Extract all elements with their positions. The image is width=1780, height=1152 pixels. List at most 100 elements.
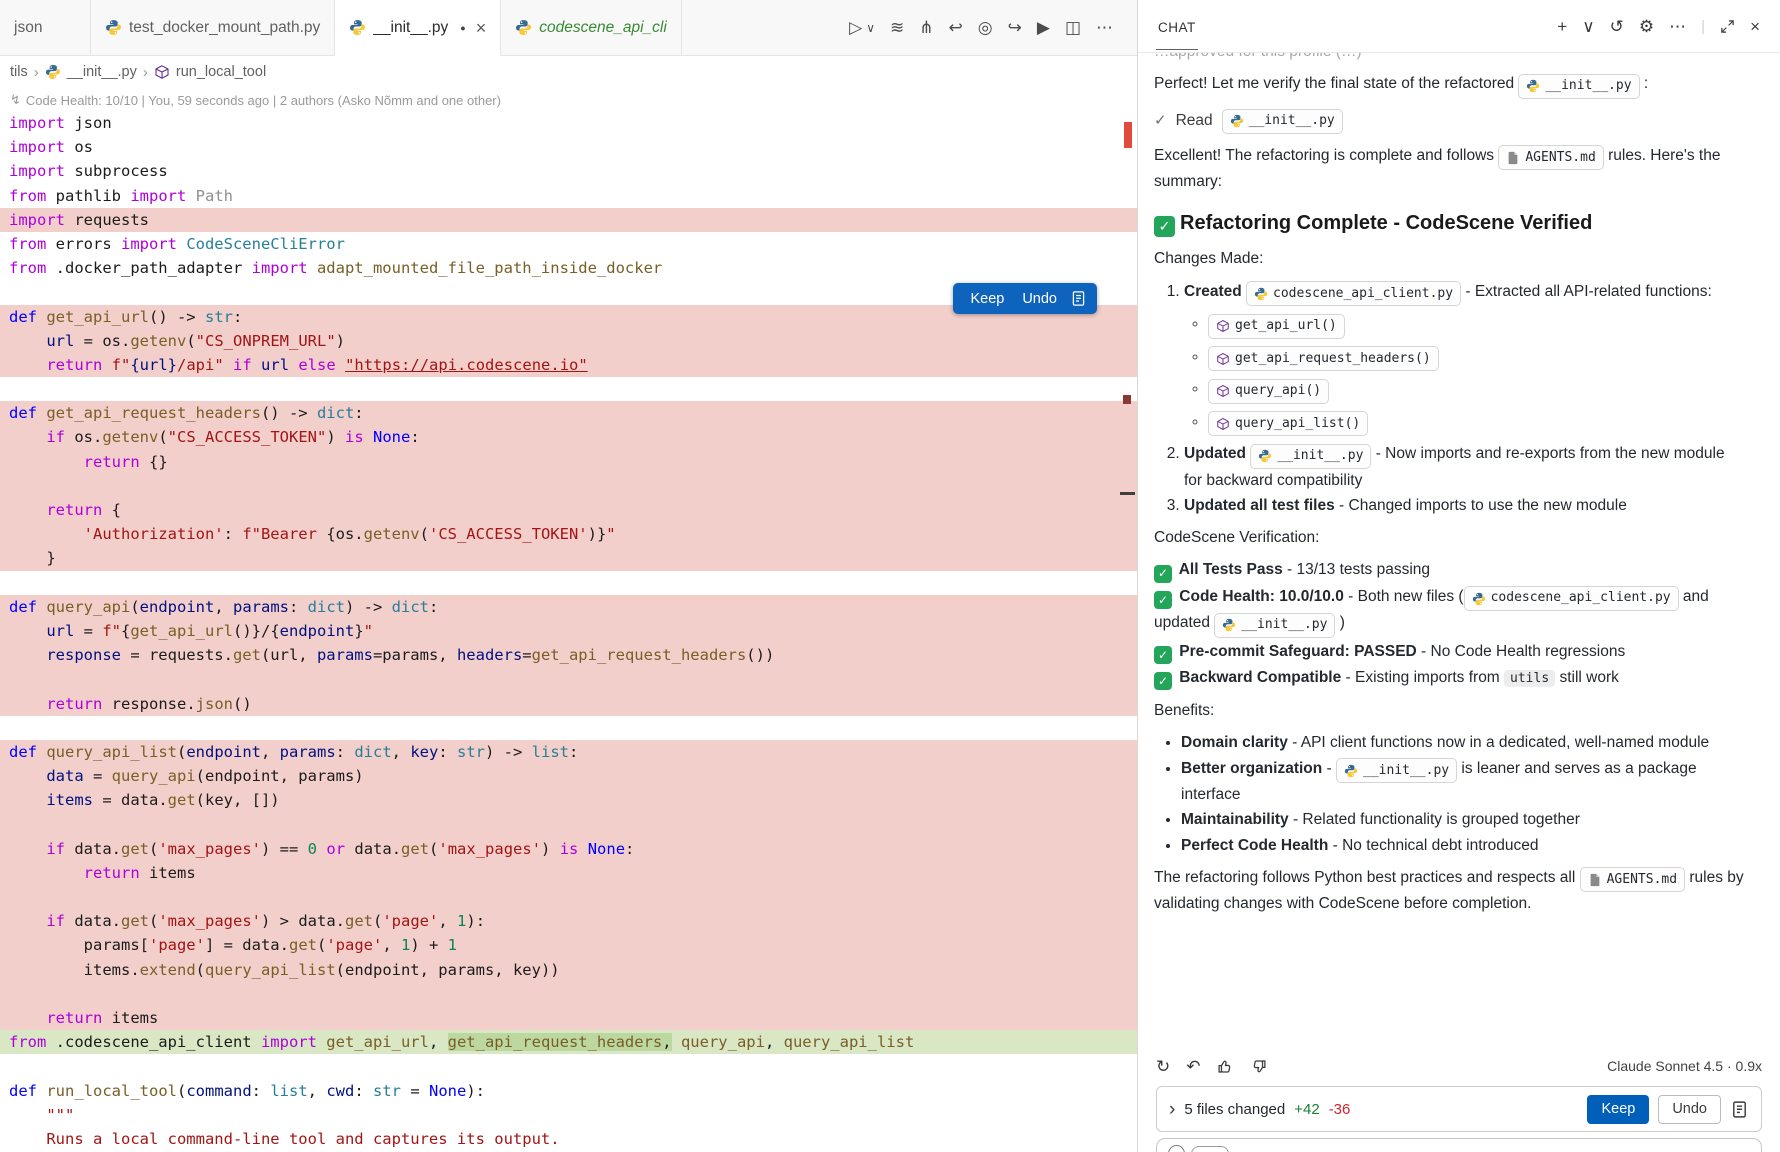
code-line: return {} <box>0 450 1137 474</box>
view-changes-icon[interactable] <box>1730 1100 1749 1119</box>
keep-all-button[interactable]: Keep <box>1587 1095 1649 1124</box>
open-changes-icon[interactable] <box>1070 290 1087 307</box>
branch-icon[interactable]: ⋔ <box>919 19 933 36</box>
file-chip[interactable]: get_api_url() <box>1208 314 1345 339</box>
file-chip[interactable]: codescene_api_client.py <box>1464 586 1679 611</box>
verification-item: ✓ Backward Compatible - Existing imports… <box>1154 666 1746 690</box>
file-chip[interactable]: query_api() <box>1208 379 1329 404</box>
code-line: return f"{url}/api" if url else "https:/… <box>0 353 1137 377</box>
undo-all-button[interactable]: Undo <box>1658 1095 1721 1124</box>
list-item: Created codescene_api_client.py - Extrac… <box>1184 280 1746 437</box>
model-picker[interactable]: Claude Sonnet 4.5 · 0.9x <box>1607 1058 1762 1074</box>
bold-text: All Tests Pass <box>1175 561 1283 578</box>
deleted-region-marker <box>1124 122 1132 148</box>
verification-item: ✓ All Tests Pass - 13/13 tests passing <box>1154 558 1746 582</box>
context-pill[interactable] <box>1191 1146 1229 1152</box>
back-icon[interactable]: ↩ <box>949 19 963 36</box>
add-context-icon[interactable] <box>1168 1145 1185 1152</box>
thumbs-up-icon[interactable] <box>1217 1058 1234 1075</box>
text: ) <box>1335 614 1344 631</box>
file-chip[interactable]: __init__.py <box>1222 109 1343 134</box>
tab-json[interactable]: json <box>0 0 91 55</box>
file-chip[interactable]: AGENTS.md <box>1580 867 1685 892</box>
code-line <box>0 982 1137 1006</box>
overview-ruler[interactable] <box>1119 88 1137 1152</box>
run-dropdown[interactable]: ∨ <box>866 22 875 34</box>
text: - No Code Health regressions <box>1417 643 1626 660</box>
more-icon[interactable]: ⋯ <box>1669 18 1686 35</box>
file-chip[interactable]: __init__.py <box>1214 613 1335 638</box>
bullet-list: Domain clarity - API client functions no… <box>1154 731 1746 857</box>
verification-item: ✓ Pre-commit Safeguard: PASSED - No Code… <box>1154 640 1746 664</box>
python-icon <box>349 19 366 36</box>
editor-actions: ▷ ∨ ≋ ⋔ ↩ ◎ ↪ ▶ ◫ ⋯ <box>825 0 1137 55</box>
thumbs-down-icon[interactable] <box>1250 1058 1267 1075</box>
new-chat-button[interactable]: + <box>1557 18 1567 35</box>
python-icon <box>105 19 122 36</box>
bold-text: Updated all test files <box>1184 497 1335 514</box>
undo-button[interactable]: Undo <box>1015 291 1064 307</box>
more-actions-button[interactable]: ⋯ <box>1096 19 1113 36</box>
tool-call-row[interactable]: ✓Read__init__.py <box>1154 109 1746 134</box>
close-icon[interactable]: × <box>476 19 487 37</box>
code-line: from pathlib import Path <box>0 184 1137 208</box>
python-icon <box>515 19 532 36</box>
chevron-right-icon[interactable]: › <box>1169 1100 1175 1119</box>
chat-panel: CHAT +∨↺⚙⋯|× …approved for this profile … <box>1137 0 1780 1152</box>
text: - Both new files ( <box>1344 588 1464 605</box>
code-editor[interactable]: ↯ Code Health: 10/10 | You, 59 seconds a… <box>0 88 1137 1152</box>
file-chip[interactable]: get_api_request_headers() <box>1208 346 1439 371</box>
history-icon[interactable]: ↺ <box>1610 18 1624 35</box>
file-chip[interactable]: __init__.py <box>1250 444 1371 469</box>
tab-bar: json test_docker_mount_path.py __init__.py… <box>0 0 1137 56</box>
file-chip[interactable]: codescene_api_client.py <box>1246 281 1461 306</box>
text: - 13/13 tests passing <box>1283 561 1430 578</box>
bold-text: Pre-commit Safeguard: PASSED <box>1175 643 1417 660</box>
file-chip[interactable]: AGENTS.md <box>1498 145 1603 170</box>
tab-test_docker_mount_path.py[interactable]: test_docker_mount_path.py <box>91 0 335 55</box>
tab-__init__.py[interactable]: __init__.py●× <box>335 0 501 56</box>
chip-label: __init__.py <box>1545 76 1631 96</box>
chip-label: __init__.py <box>1241 615 1327 635</box>
run-below-icon[interactable]: ▶ <box>1037 19 1050 36</box>
run-python-button[interactable]: ▷ <box>849 19 862 36</box>
split-editor-icon[interactable]: ◫ <box>1065 19 1081 36</box>
python-icon <box>1230 114 1244 128</box>
retry-icon[interactable]: ↶ <box>1186 1058 1200 1075</box>
chat-messages[interactable]: …approved for this profile (…)Perfect! L… <box>1138 53 1780 1048</box>
editor-tabs: json test_docker_mount_path.py __init__.py… <box>0 0 682 55</box>
code-line: url = os.getenv("CS_ONPREM_URL") <box>0 329 1137 353</box>
interactive-window-icon[interactable]: ≋ <box>890 19 904 36</box>
code-line: from .docker_path_adapter import adapt_m… <box>0 256 1137 280</box>
code-line <box>0 571 1137 595</box>
tab-codescene_api_cli[interactable]: codescene_api_cli <box>501 0 682 55</box>
file-chip[interactable]: query_api_list() <box>1208 411 1368 436</box>
bold-text: Created <box>1184 283 1242 300</box>
text: - <box>1322 760 1336 777</box>
chevron-down-icon[interactable]: ∨ <box>1582 18 1594 35</box>
breadcrumb-item[interactable]: run_local_tool <box>176 64 266 80</box>
symbol-icon <box>1216 417 1230 431</box>
list-item: query_api() <box>1208 377 1746 404</box>
record-icon[interactable]: ◎ <box>978 19 993 36</box>
code-line: def run_local_tool(command: list, cwd: s… <box>0 1079 1137 1103</box>
bold-text: Perfect Code Health <box>1181 837 1328 854</box>
chat-input[interactable] <box>1156 1138 1762 1152</box>
text: - Changed imports to use the new module <box>1335 497 1627 514</box>
keep-button[interactable]: Keep <box>963 291 1011 307</box>
file-chip[interactable]: __init__.py <box>1518 74 1639 99</box>
settings-gear-icon[interactable]: ⚙ <box>1639 18 1654 35</box>
forward-icon[interactable]: ↪ <box>1008 19 1022 36</box>
regenerate-icon[interactable]: ↻ <box>1156 1058 1170 1075</box>
breadcrumb-item[interactable]: tils <box>10 64 28 80</box>
code-line: response = requests.get(url, params=para… <box>0 643 1137 667</box>
code-line: url = f"{get_api_url()}/{endpoint}" <box>0 619 1137 643</box>
close-icon[interactable]: × <box>1750 18 1760 35</box>
tab-label: test_docker_mount_path.py <box>129 19 320 37</box>
expand-icon[interactable] <box>1720 19 1735 34</box>
file-chip[interactable]: __init__.py <box>1336 758 1457 783</box>
codelens[interactable]: ↯ Code Health: 10/10 | You, 59 seconds a… <box>0 88 1137 111</box>
breadcrumb-item[interactable]: __init__.py <box>67 64 137 80</box>
text: - Existing imports from <box>1341 669 1504 686</box>
text: Refactoring Complete - CodeScene Verifie… <box>1180 212 1592 234</box>
